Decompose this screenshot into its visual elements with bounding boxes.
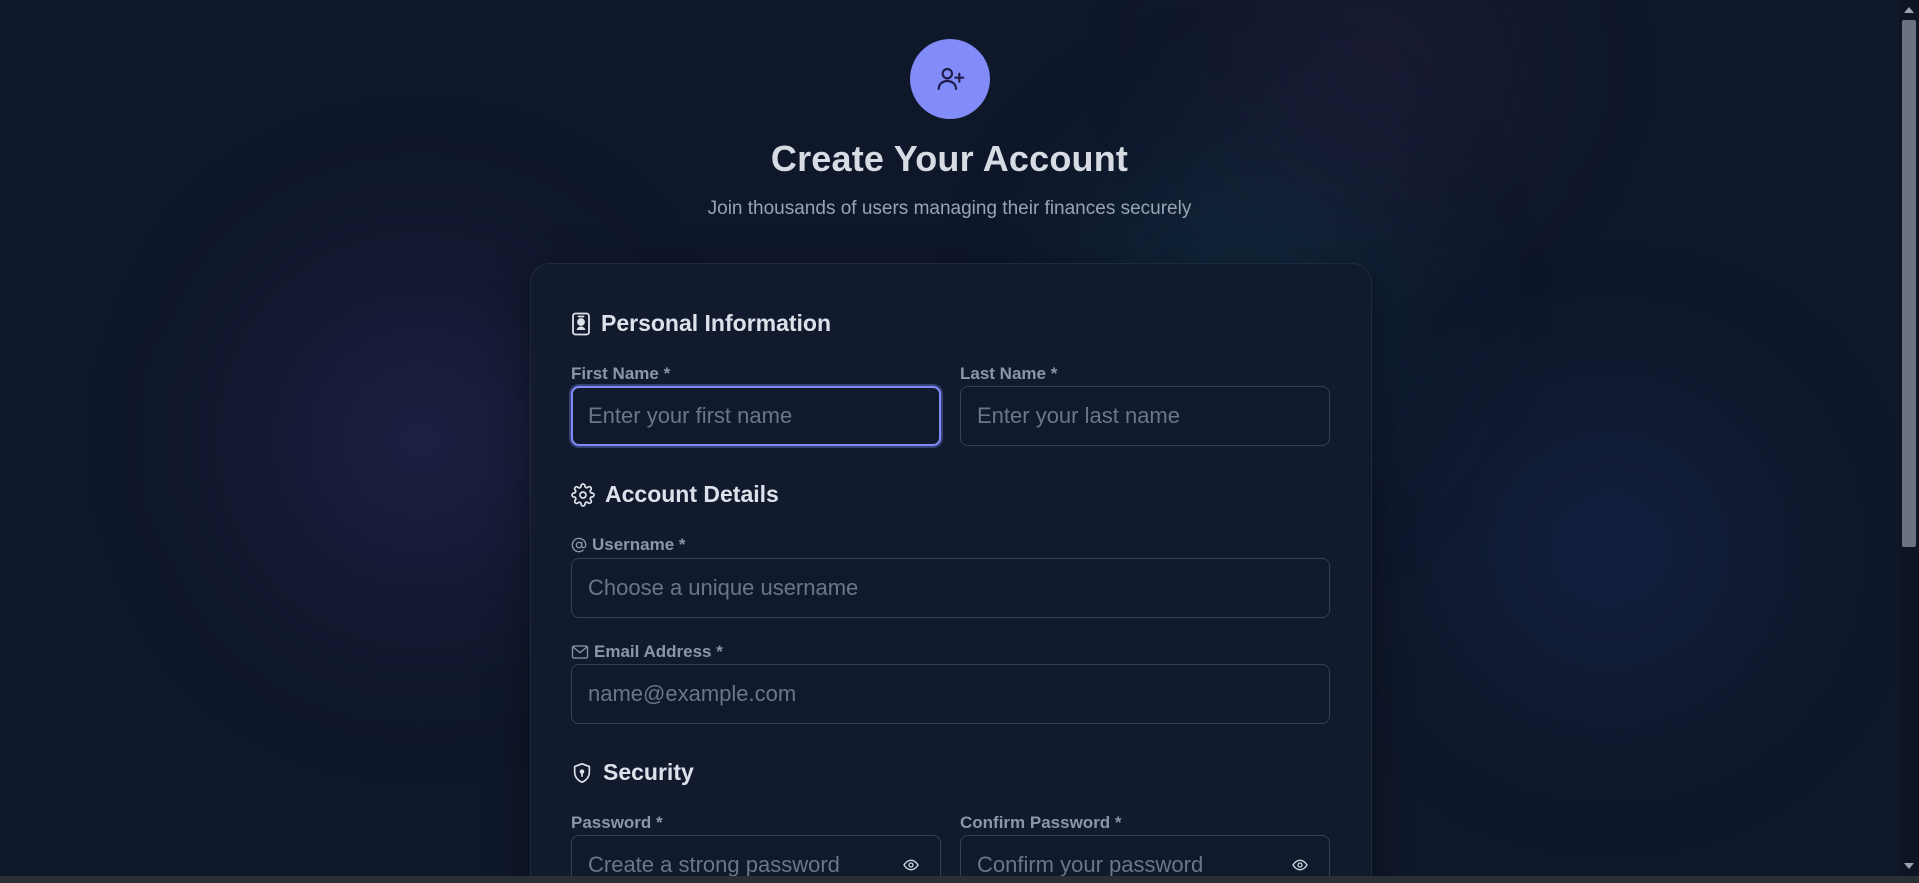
vertical-scrollbar[interactable]	[1899, 0, 1919, 883]
section-title: Security	[603, 759, 694, 785]
envelope-icon	[571, 645, 589, 659]
horizontal-scrollbar	[0, 876, 1919, 883]
toggle-confirm-password-visibility-button[interactable]	[1290, 855, 1310, 875]
section-personal-information: Personal Information	[571, 310, 831, 337]
password-label: Password *	[571, 813, 663, 833]
email-input[interactable]	[571, 664, 1330, 724]
scroll-up-arrow[interactable]	[1899, 2, 1919, 18]
section-security: Security	[571, 759, 694, 786]
chevron-up-icon	[1904, 7, 1914, 13]
background-glow	[1150, 0, 1590, 230]
scroll-down-arrow[interactable]	[1899, 858, 1919, 874]
at-icon	[571, 537, 587, 553]
eye-icon	[1292, 859, 1308, 871]
scrollbar-thumb[interactable]	[1902, 20, 1916, 547]
first-name-label-text: First Name *	[571, 364, 671, 383]
background-glow	[1410, 360, 1810, 740]
first-name-input[interactable]	[571, 386, 941, 446]
section-title: Personal Information	[601, 310, 832, 336]
confirm-password-label-text: Confirm Password *	[960, 813, 1122, 832]
password-label-text: Password *	[571, 813, 663, 832]
last-name-input[interactable]	[960, 386, 1330, 446]
signup-form-card: Personal Information First Name * Last N…	[530, 263, 1372, 883]
chevron-down-icon	[1904, 863, 1914, 869]
confirm-password-label: Confirm Password *	[960, 813, 1122, 833]
shield-icon	[573, 762, 591, 783]
email-label: Email Address *	[571, 642, 723, 662]
eye-icon	[903, 859, 919, 871]
username-label: Username *	[571, 535, 686, 555]
last-name-label-text: Last Name *	[960, 364, 1058, 383]
last-name-label: Last Name *	[960, 364, 1057, 384]
email-label-text: Email Address *	[594, 642, 723, 661]
page-title: Create Your Account	[770, 138, 1129, 179]
username-input[interactable]	[571, 558, 1330, 618]
section-account-details: Account Details	[571, 481, 779, 508]
signup-page: Create Your Account Join thousands of us…	[0, 0, 1919, 883]
header-avatar	[910, 39, 990, 119]
gear-icon	[571, 482, 595, 507]
toggle-password-visibility-button[interactable]	[901, 855, 921, 875]
id-badge-icon	[572, 312, 590, 335]
first-name-label: First Name *	[571, 364, 670, 384]
section-title: Account Details	[605, 481, 779, 507]
username-label-text: Username *	[592, 535, 686, 554]
page-subtitle: Join thousands of users managing their f…	[707, 198, 1192, 219]
user-plus-icon	[937, 67, 965, 91]
